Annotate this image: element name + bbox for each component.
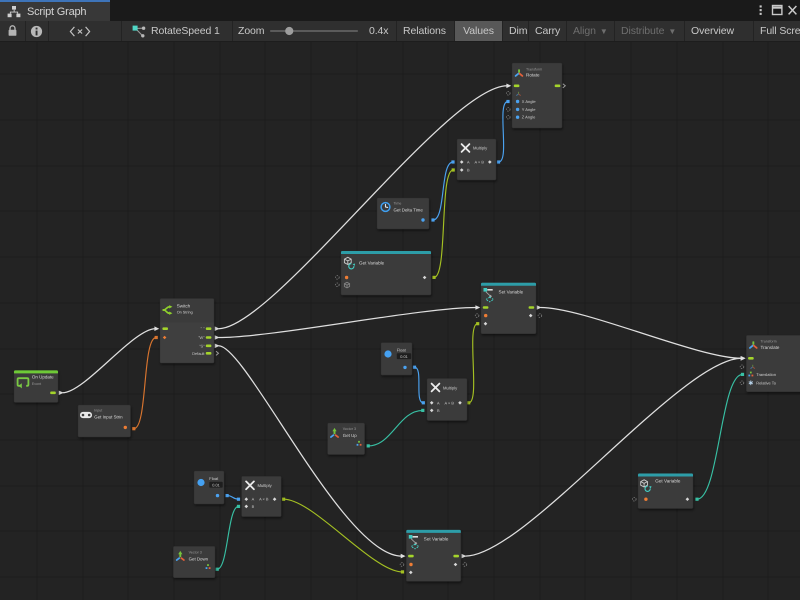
svg-text:Multiply: Multiply: [258, 483, 273, 488]
svg-text:Get Down: Get Down: [189, 556, 209, 561]
svg-text:B: B: [467, 168, 470, 173]
svg-text:Rotate: Rotate: [526, 73, 540, 78]
svg-text:A × B: A × B: [445, 400, 455, 405]
svg-text:Get Variable: Get Variable: [359, 260, 385, 265]
svg-text:A × B: A × B: [475, 160, 485, 165]
svg-text:"S": "S": [199, 343, 205, 348]
svg-text:Get Delta Time: Get Delta Time: [394, 207, 424, 212]
svg-text:Event: Event: [32, 382, 41, 386]
svg-text:Get Up: Get Up: [343, 433, 357, 438]
svg-text:Vector 3: Vector 3: [189, 551, 202, 555]
svg-text:B: B: [437, 408, 440, 413]
svg-text:" ": " ": [201, 326, 205, 331]
svg-text:Input: Input: [94, 409, 102, 413]
svg-text:A: A: [437, 400, 440, 405]
svg-text:Multiply: Multiply: [473, 146, 488, 151]
svg-text:Y Angle: Y Angle: [522, 107, 536, 112]
svg-text:Translate: Translate: [761, 345, 780, 350]
svg-text:B: B: [252, 504, 255, 509]
svg-text:Multiply: Multiply: [443, 385, 458, 390]
svg-text:A: A: [252, 497, 255, 502]
svg-text:Z Angle: Z Angle: [522, 115, 536, 120]
svg-text:Translation: Translation: [756, 372, 776, 377]
svg-text:"W": "W": [198, 335, 205, 340]
svg-text:Set Variable: Set Variable: [499, 289, 524, 294]
svg-text:Transform: Transform: [761, 340, 777, 344]
svg-text:A × B: A × B: [259, 497, 269, 502]
svg-text:Transform: Transform: [526, 67, 542, 71]
svg-text:0.01: 0.01: [400, 354, 408, 359]
svg-text:0.01: 0.01: [212, 482, 220, 487]
svg-text:Float: Float: [397, 348, 407, 353]
svg-text:Float: Float: [209, 476, 219, 481]
svg-text:Set Variable: Set Variable: [424, 537, 449, 542]
svg-text:On Update: On Update: [32, 375, 54, 380]
svg-text:Get Input Strin: Get Input Strin: [94, 414, 123, 419]
svg-text:X Angle: X Angle: [522, 99, 537, 104]
svg-text:Get Variable: Get Variable: [655, 479, 681, 484]
svg-text:On String: On String: [177, 310, 193, 314]
svg-text:Vector 3: Vector 3: [343, 427, 356, 431]
svg-text:Time: Time: [394, 202, 402, 206]
svg-text:Default: Default: [192, 351, 205, 356]
svg-text:A: A: [467, 160, 470, 165]
svg-text:Switch: Switch: [177, 304, 191, 309]
svg-text:Relative To: Relative To: [756, 380, 776, 385]
